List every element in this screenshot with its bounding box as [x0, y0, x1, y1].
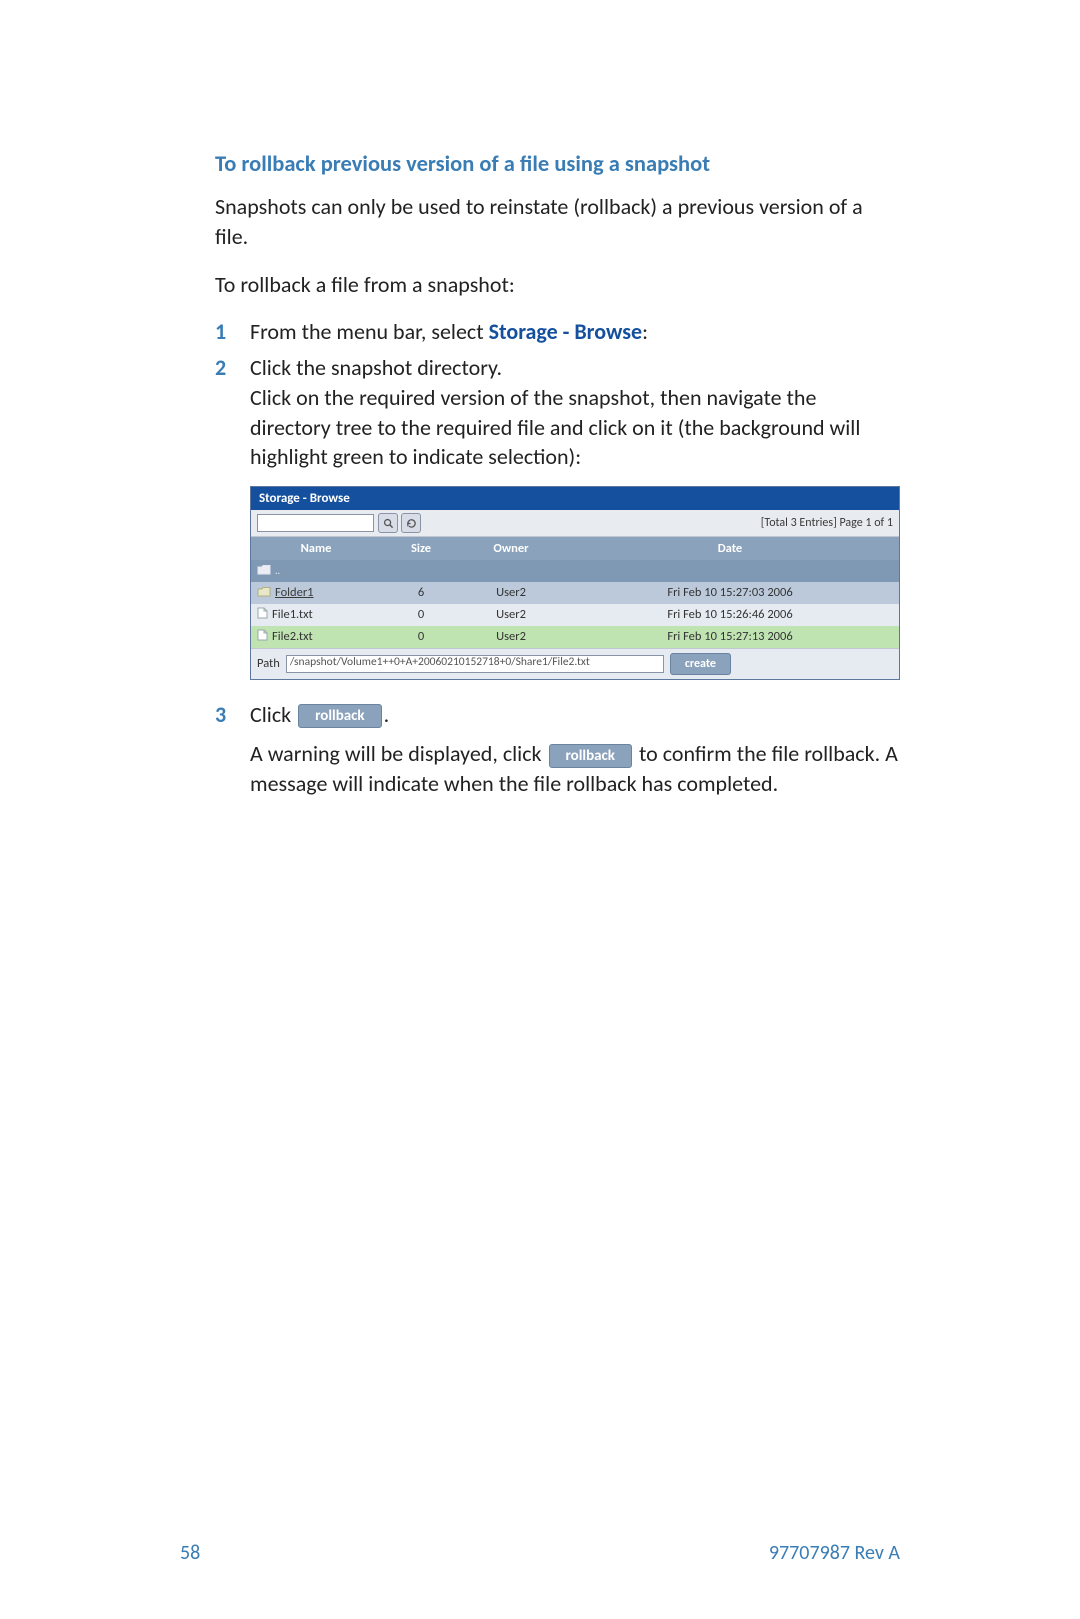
file-table: Name Size Owner Date .. — [251, 537, 899, 647]
step-2-line-2: Click on the required version of the sna… — [250, 384, 860, 470]
create-button[interactable]: create — [670, 653, 731, 675]
row-date: Fri Feb 10 15:26:46 2006 — [561, 604, 899, 626]
step-1-text-prefix: From the menu bar, select — [250, 318, 489, 345]
col-header-date[interactable]: Date — [561, 537, 899, 560]
intro-paragraph-2: To rollback a file from a snapshot: — [215, 270, 900, 300]
row-name: File1.txt — [272, 607, 313, 622]
search-input[interactable] — [257, 514, 374, 532]
section-heading: To rollback previous version of a file u… — [215, 150, 900, 180]
row-date: Fri Feb 10 15:27:13 2006 — [561, 626, 899, 648]
file-icon — [257, 629, 268, 645]
page-footer: 58 97707987 Rev A — [0, 1540, 1080, 1567]
step-1-text-suffix: : — [642, 318, 648, 345]
folder-icon — [257, 586, 271, 601]
table-row[interactable]: File1.txt 0User2Fri Feb 10 15:26:46 2006 — [251, 604, 899, 626]
row-owner: User2 — [461, 604, 561, 626]
window-title: Storage - Browse — [251, 487, 899, 511]
file-table-body: .. Folder1 6User2Fri Feb 10 15:27:03 2006… — [251, 560, 899, 647]
up-folder-icon — [257, 564, 271, 579]
row-size: 0 — [381, 626, 461, 648]
rollback-confirm-button[interactable]: rollback — [549, 744, 633, 768]
col-header-name[interactable]: Name — [251, 537, 381, 560]
up-directory-row[interactable]: .. — [251, 560, 899, 582]
document-revision: 97707987 Rev A — [769, 1540, 900, 1567]
step-3: 3 Click rollback. A warning will be disp… — [215, 700, 900, 799]
refresh-icon[interactable] — [401, 513, 421, 533]
path-label: Path — [257, 656, 280, 671]
step-number: 2 — [215, 353, 250, 693]
row-name: Folder1 — [275, 585, 314, 600]
col-header-owner[interactable]: Owner — [461, 537, 561, 560]
menu-path-link: Storage - Browse — [489, 318, 643, 345]
row-name: File2.txt — [272, 629, 313, 644]
step-2-line-1: Click the snapshot directory. — [250, 354, 502, 381]
col-header-size[interactable]: Size — [381, 537, 461, 560]
page-number: 58 — [180, 1540, 200, 1567]
row-date: Fri Feb 10 15:27:03 2006 — [561, 582, 899, 604]
step-3-click-word: Click — [250, 701, 296, 728]
rollback-button[interactable]: rollback — [298, 704, 382, 728]
table-row[interactable]: File2.txt 0User2Fri Feb 10 15:27:13 2006 — [251, 626, 899, 648]
pagination-info: [Total 3 Entries] Page 1 of 1 — [761, 516, 893, 530]
path-input[interactable]: /snapshot/Volume1++0+A+20060210152718+0/… — [286, 655, 664, 673]
step-3-warning-pre: A warning will be displayed, click — [250, 740, 547, 767]
toolbar: [Total 3 Entries] Page 1 of 1 — [251, 510, 899, 537]
row-size: 0 — [381, 604, 461, 626]
step-number: 1 — [215, 317, 250, 347]
step-number: 3 — [215, 700, 250, 799]
intro-paragraph-1: Snapshots can only be used to reinstate … — [215, 192, 900, 251]
path-row: Path /snapshot/Volume1++0+A+200602101527… — [251, 648, 899, 679]
file-icon — [257, 607, 268, 623]
row-owner: User2 — [461, 626, 561, 648]
step-1: 1 From the menu bar, select Storage - Br… — [215, 317, 900, 347]
step-2: 2 Click the snapshot directory. Click on… — [215, 353, 900, 693]
row-size: 6 — [381, 582, 461, 604]
table-row[interactable]: Folder1 6User2Fri Feb 10 15:27:03 2006 — [251, 582, 899, 604]
step-3-period: . — [384, 701, 390, 728]
storage-browse-screenshot: Storage - Browse [Total 3 Entries] Page … — [250, 486, 900, 680]
search-icon[interactable] — [378, 513, 398, 533]
row-owner: User2 — [461, 582, 561, 604]
